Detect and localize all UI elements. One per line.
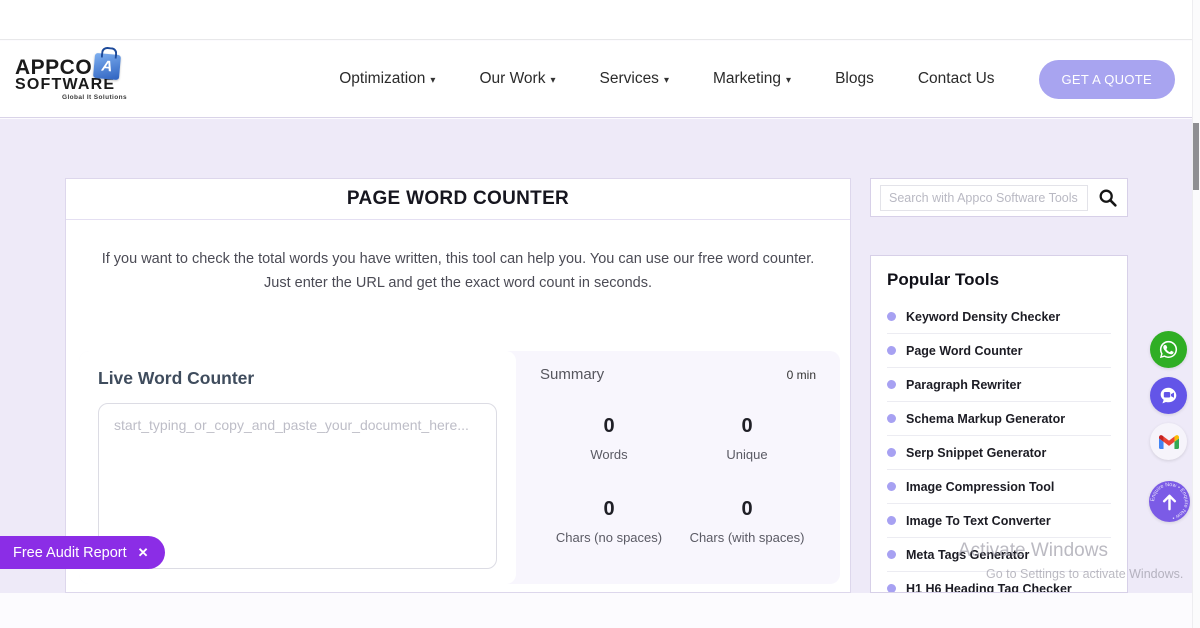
tools-search-card	[870, 178, 1128, 217]
bullet-icon	[887, 448, 896, 457]
tool-panel: Live Word Counter Summary 0 min 0Words0U…	[79, 351, 840, 584]
nav-item-label: Our Work	[479, 70, 545, 88]
tool-link-label: Page Word Counter	[906, 344, 1022, 358]
stat-label: Unique	[678, 447, 816, 462]
nav-item-services[interactable]: Services ▾	[600, 70, 669, 88]
summary-stats: 0Words0Unique0Chars (no spaces)0Chars (w…	[540, 415, 816, 545]
bullet-icon	[887, 414, 896, 423]
bullet-icon	[887, 380, 896, 389]
summary-stat: 0 Words	[540, 415, 678, 462]
tool-link-label: Paragraph Rewriter	[906, 378, 1021, 392]
bullet-icon	[887, 550, 896, 559]
video-chat-icon	[1156, 383, 1181, 408]
bullet-icon	[887, 482, 896, 491]
get-a-quote-button[interactable]: GET A QUOTE	[1039, 60, 1175, 99]
bullet-icon	[887, 346, 896, 355]
popular-tools-card: Popular Tools Keyword Density Checker Pag…	[870, 255, 1128, 593]
summary-stat: 0 Chars (no spaces)	[540, 498, 678, 545]
scrollbar-thumb[interactable]	[1193, 123, 1199, 190]
shopping-bag-icon: A	[93, 53, 121, 80]
page: APPCO A SOFTWARE Global It Solutions Opt…	[0, 0, 1200, 628]
popular-tool-keyword-density-checker[interactable]: Keyword Density Checker	[887, 300, 1111, 333]
nav-item-blogs[interactable]: Blogs	[835, 70, 874, 88]
scroll-to-top-icon: Enquire Now • Enquire Now •	[1149, 481, 1190, 522]
popular-tool-image-compression-tool[interactable]: Image Compression Tool	[887, 469, 1111, 503]
page-description: If you want to check the total words you…	[66, 220, 850, 295]
popular-tool-serp-snippet-generator[interactable]: Serp Snippet Generator	[887, 435, 1111, 469]
nav-item-contact-us[interactable]: Contact Us	[918, 70, 995, 88]
tool-link-label: Schema Markup Generator	[906, 412, 1065, 426]
nav-item-label: Services	[600, 70, 659, 88]
nav-menu: Optimization▾Our Work▾Services▾Marketing…	[339, 70, 994, 88]
bullet-icon	[887, 312, 896, 321]
nav-item-our-work[interactable]: Our Work ▾	[479, 70, 555, 88]
header: APPCO A SOFTWARE Global It Solutions Opt…	[0, 41, 1200, 118]
stat-label: Chars (with spaces)	[678, 530, 816, 545]
chevron-down-icon: ▾	[550, 75, 555, 86]
search-input[interactable]	[880, 185, 1088, 211]
read-time: 0 min	[787, 368, 816, 382]
tool-link-label: Image To Text Converter	[906, 514, 1051, 528]
stat-label: Words	[540, 447, 678, 462]
scroll-to-top-button[interactable]: Enquire Now • Enquire Now •	[1149, 481, 1190, 522]
popular-tool-page-word-counter[interactable]: Page Word Counter	[887, 333, 1111, 367]
word-counter-card: PAGE WORD COUNTER If you want to check t…	[65, 178, 851, 593]
summary-header: Summary 0 min	[540, 366, 816, 383]
stat-value: 0	[678, 498, 816, 521]
brand-logo[interactable]: APPCO A SOFTWARE Global It Solutions	[15, 57, 127, 101]
tool-link-label: H1 H6 Heading Tag Checker	[906, 582, 1072, 594]
tool-link-label: Keyword Density Checker	[906, 310, 1060, 324]
nav-item-label: Blogs	[835, 70, 874, 88]
popular-tool-meta-tags-generator[interactable]: Meta Tags Generator	[887, 537, 1111, 571]
chevron-down-icon: ▾	[786, 75, 791, 86]
nav-item-optimization[interactable]: Optimization ▾	[339, 70, 435, 88]
stat-value: 0	[540, 498, 678, 521]
search-icon	[1097, 187, 1118, 208]
live-word-counter-heading: Live Word Counter	[98, 368, 497, 389]
chevron-down-icon: ▾	[664, 75, 669, 86]
stat-value: 0	[540, 415, 678, 438]
nav-item-label: Optimization	[339, 70, 425, 88]
summary-panel: Summary 0 min 0Words0Unique0Chars (no sp…	[516, 351, 840, 584]
nav-item-label: Marketing	[713, 70, 781, 88]
bullet-icon	[887, 584, 896, 593]
nav-item-marketing[interactable]: Marketing ▾	[713, 70, 791, 88]
stat-value: 0	[678, 415, 816, 438]
popular-tools-list: Keyword Density Checker Page Word Counter…	[887, 300, 1111, 593]
tool-link-label: Meta Tags Generator	[906, 548, 1029, 562]
popular-tools-title: Popular Tools	[887, 270, 1111, 300]
close-icon[interactable]: ✕	[138, 545, 149, 561]
popular-tool-image-to-text-converter[interactable]: Image To Text Converter	[887, 503, 1111, 537]
popular-tool-schema-markup-generator[interactable]: Schema Markup Generator	[887, 401, 1111, 435]
whatsapp-icon	[1156, 337, 1181, 362]
stat-label: Chars (no spaces)	[540, 530, 678, 545]
logo-tagline: Global It Solutions	[62, 94, 127, 101]
chevron-down-icon: ▾	[430, 75, 435, 86]
summary-stat: 0 Chars (with spaces)	[678, 498, 816, 545]
popular-tool-h1-h6-heading-tag-checker[interactable]: H1 H6 Heading Tag Checker	[887, 571, 1111, 593]
summary-title: Summary	[540, 366, 604, 383]
free-audit-report-button[interactable]: Free Audit Report ✕	[0, 536, 165, 569]
bag-letter: A	[101, 58, 113, 76]
card-title-row: PAGE WORD COUNTER	[66, 179, 850, 220]
gmail-icon	[1159, 434, 1179, 449]
top-strip	[0, 0, 1200, 40]
page-title: PAGE WORD COUNTER	[347, 188, 569, 210]
scrollbar[interactable]	[1192, 0, 1200, 628]
tool-link-label: Serp Snippet Generator	[906, 446, 1046, 460]
search-button[interactable]	[1097, 187, 1118, 208]
bullet-icon	[887, 516, 896, 525]
tool-link-label: Image Compression Tool	[906, 480, 1054, 494]
whatsapp-button[interactable]	[1150, 331, 1187, 368]
video-chat-button[interactable]	[1150, 377, 1187, 414]
popular-tool-paragraph-rewriter[interactable]: Paragraph Rewriter	[887, 367, 1111, 401]
audit-label: Free Audit Report	[13, 545, 127, 561]
gmail-button[interactable]	[1150, 423, 1187, 460]
nav-item-label: Contact Us	[918, 70, 995, 88]
summary-stat: 0 Unique	[678, 415, 816, 462]
